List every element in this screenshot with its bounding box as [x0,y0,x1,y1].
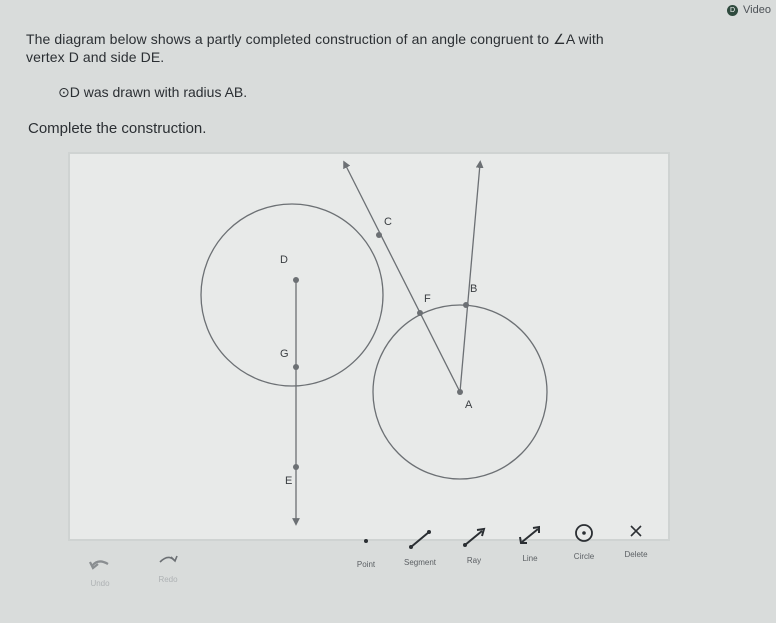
point-f[interactable] [417,310,423,316]
ray-ab[interactable] [459,160,484,393]
prompt-given: ⊙D was drawn with radius AB. [58,84,248,100]
tool-circle-label: Circle [573,552,595,561]
prompt-instruction: Complete the construction. [28,120,207,137]
video-button[interactable]: D Video [727,4,771,16]
point-b[interactable] [463,302,469,308]
circle-icon [575,524,593,542]
point-c[interactable] [376,232,382,238]
construction-diagram[interactable]: C D F B G A E [70,154,668,539]
tool-segment-label: Segment [403,558,437,567]
point-e[interactable] [293,464,299,470]
label-d: D [280,254,288,266]
redo-button[interactable]: Redo [156,552,180,584]
tool-bar: Undo Redo Point Segment Ray Line Circle … [0,520,776,600]
construction-canvas[interactable]: C D F B G A E [68,152,670,541]
point-a[interactable] [457,389,463,395]
tool-delete-label: Delete [624,550,648,559]
tool-ray-label: Ray [466,556,482,565]
point-g[interactable] [293,364,299,370]
circle-d[interactable] [200,203,384,387]
label-e: E [285,475,292,487]
tool-point-label: Point [356,560,376,569]
undo-button[interactable]: Undo [88,556,112,588]
tool-segment[interactable]: Segment [390,528,450,567]
tool-circle[interactable]: Circle [554,522,614,561]
point-d[interactable] [293,277,299,283]
point-icon [364,539,368,543]
prompt-line-2: vertex D and side DE. [26,49,165,65]
undo-icon [89,560,109,570]
label-a: A [465,399,473,411]
tool-point[interactable]: Point [336,530,396,569]
undo-label: Undo [90,579,110,588]
tool-line-label: Line [522,554,538,563]
label-g: G [280,348,289,360]
problem-statement: The diagram below shows a partly complet… [26,30,726,66]
redo-label: Redo [158,575,178,584]
close-icon [630,525,642,537]
video-label: Video [743,4,771,16]
ray-ac[interactable] [343,160,461,393]
ray-icon [463,527,486,547]
tool-ray[interactable]: Ray [444,526,504,565]
prompt-line-1: The diagram below shows a partly complet… [26,31,604,47]
label-f: F [424,293,431,305]
video-icon: D [727,4,738,16]
tool-delete[interactable]: Delete [606,520,666,559]
redo-icon [159,555,178,563]
label-c: C [384,216,392,228]
label-b: B [470,283,477,295]
segment-icon [409,530,431,549]
tool-line[interactable]: Line [500,524,560,563]
line-icon [519,525,540,544]
